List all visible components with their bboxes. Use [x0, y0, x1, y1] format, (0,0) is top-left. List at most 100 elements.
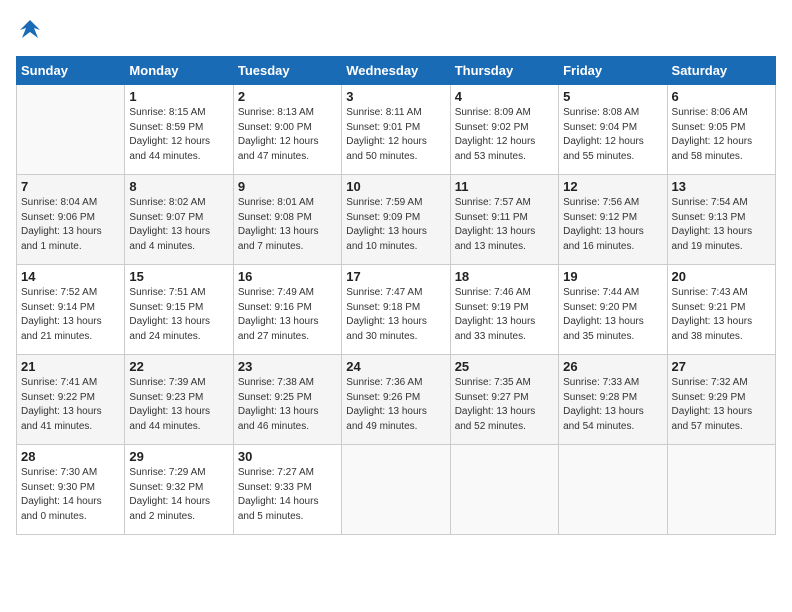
day-info: Sunrise: 7:33 AM Sunset: 9:28 PM Dayligh… — [563, 376, 662, 434]
day-number: 25 — [455, 359, 554, 374]
day-number: 5 — [563, 89, 662, 104]
calendar-cell: 4 Sunrise: 8:09 AM Sunset: 9:02 PM Daylig… — [450, 85, 558, 175]
day-info: Sunrise: 7:35 AM Sunset: 9:27 PM Dayligh… — [455, 376, 554, 434]
day-number: 2 — [238, 89, 337, 104]
day-info: Sunrise: 8:08 AM Sunset: 9:04 PM Dayligh… — [563, 106, 662, 164]
day-number: 23 — [238, 359, 337, 374]
day-number: 24 — [346, 359, 445, 374]
day-number: 21 — [21, 359, 120, 374]
calendar-week-row: 14 Sunrise: 7:52 AM Sunset: 9:14 PM Dayli… — [17, 265, 776, 355]
day-number: 1 — [129, 89, 228, 104]
calendar-cell: 16 Sunrise: 7:49 AM Sunset: 9:16 PM Dayli… — [233, 265, 341, 355]
day-header-sunday: Sunday — [17, 57, 125, 85]
calendar-cell: 21 Sunrise: 7:41 AM Sunset: 9:22 PM Dayli… — [17, 355, 125, 445]
calendar-cell: 2 Sunrise: 8:13 AM Sunset: 9:00 PM Daylig… — [233, 85, 341, 175]
day-info: Sunrise: 7:56 AM Sunset: 9:12 PM Dayligh… — [563, 196, 662, 254]
calendar-cell — [667, 445, 775, 535]
calendar-header-row: SundayMondayTuesdayWednesdayThursdayFrid… — [17, 57, 776, 85]
day-info: Sunrise: 7:57 AM Sunset: 9:11 PM Dayligh… — [455, 196, 554, 254]
day-info: Sunrise: 8:02 AM Sunset: 9:07 PM Dayligh… — [129, 196, 228, 254]
day-header-monday: Monday — [125, 57, 233, 85]
calendar-cell: 27 Sunrise: 7:32 AM Sunset: 9:29 PM Dayli… — [667, 355, 775, 445]
calendar-cell: 29 Sunrise: 7:29 AM Sunset: 9:32 PM Dayli… — [125, 445, 233, 535]
day-number: 13 — [672, 179, 771, 194]
day-info: Sunrise: 7:59 AM Sunset: 9:09 PM Dayligh… — [346, 196, 445, 254]
calendar-cell: 7Sunrise: 8:04 AM Sunset: 9:06 PM Daylig… — [17, 175, 125, 265]
day-number: 16 — [238, 269, 337, 284]
day-info: Sunrise: 7:29 AM Sunset: 9:32 PM Dayligh… — [129, 466, 228, 524]
day-header-thursday: Thursday — [450, 57, 558, 85]
day-info: Sunrise: 7:44 AM Sunset: 9:20 PM Dayligh… — [563, 286, 662, 344]
day-info: Sunrise: 8:04 AM Sunset: 9:06 PM Dayligh… — [21, 196, 120, 254]
day-number: 22 — [129, 359, 228, 374]
day-info: Sunrise: 8:13 AM Sunset: 9:00 PM Dayligh… — [238, 106, 337, 164]
day-number: 15 — [129, 269, 228, 284]
day-info: Sunrise: 7:51 AM Sunset: 9:15 PM Dayligh… — [129, 286, 228, 344]
page-header — [16, 16, 776, 44]
day-info: Sunrise: 7:52 AM Sunset: 9:14 PM Dayligh… — [21, 286, 120, 344]
day-info: Sunrise: 7:46 AM Sunset: 9:19 PM Dayligh… — [455, 286, 554, 344]
calendar-cell: 10 Sunrise: 7:59 AM Sunset: 9:09 PM Dayli… — [342, 175, 450, 265]
calendar-cell: 13Sunrise: 7:54 AM Sunset: 9:13 PM Dayli… — [667, 175, 775, 265]
day-info: Sunrise: 7:38 AM Sunset: 9:25 PM Dayligh… — [238, 376, 337, 434]
day-info: Sunrise: 7:49 AM Sunset: 9:16 PM Dayligh… — [238, 286, 337, 344]
calendar-table: SundayMondayTuesdayWednesdayThursdayFrid… — [16, 56, 776, 535]
calendar-cell — [17, 85, 125, 175]
calendar-cell: 5 Sunrise: 8:08 AM Sunset: 9:04 PM Daylig… — [559, 85, 667, 175]
logo-icon — [16, 16, 44, 44]
day-info: Sunrise: 7:41 AM Sunset: 9:22 PM Dayligh… — [21, 376, 120, 434]
day-number: 27 — [672, 359, 771, 374]
day-info: Sunrise: 8:06 AM Sunset: 9:05 PM Dayligh… — [672, 106, 771, 164]
calendar-week-row: 1 Sunrise: 8:15 AM Sunset: 8:59 PM Daylig… — [17, 85, 776, 175]
day-number: 6 — [672, 89, 771, 104]
calendar-cell — [342, 445, 450, 535]
day-info: Sunrise: 7:47 AM Sunset: 9:18 PM Dayligh… — [346, 286, 445, 344]
calendar-cell: 28 Sunrise: 7:30 AM Sunset: 9:30 PM Dayli… — [17, 445, 125, 535]
day-number: 30 — [238, 449, 337, 464]
calendar-cell: 19Sunrise: 7:44 AM Sunset: 9:20 PM Dayli… — [559, 265, 667, 355]
day-header-tuesday: Tuesday — [233, 57, 341, 85]
day-header-saturday: Saturday — [667, 57, 775, 85]
calendar-cell: 11 Sunrise: 7:57 AM Sunset: 9:11 PM Dayli… — [450, 175, 558, 265]
calendar-cell: 1 Sunrise: 8:15 AM Sunset: 8:59 PM Daylig… — [125, 85, 233, 175]
day-number: 11 — [455, 179, 554, 194]
day-number: 4 — [455, 89, 554, 104]
calendar-cell: 9Sunrise: 8:01 AM Sunset: 9:08 PM Daylig… — [233, 175, 341, 265]
calendar-cell: 6 Sunrise: 8:06 AM Sunset: 9:05 PM Daylig… — [667, 85, 775, 175]
calendar-cell: 20 Sunrise: 7:43 AM Sunset: 9:21 PM Dayli… — [667, 265, 775, 355]
day-info: Sunrise: 8:09 AM Sunset: 9:02 PM Dayligh… — [455, 106, 554, 164]
calendar-cell: 18Sunrise: 7:46 AM Sunset: 9:19 PM Dayli… — [450, 265, 558, 355]
calendar-cell — [450, 445, 558, 535]
calendar-cell: 8 Sunrise: 8:02 AM Sunset: 9:07 PM Daylig… — [125, 175, 233, 265]
calendar-cell: 26 Sunrise: 7:33 AM Sunset: 9:28 PM Dayli… — [559, 355, 667, 445]
calendar-cell: 15 Sunrise: 7:51 AM Sunset: 9:15 PM Dayli… — [125, 265, 233, 355]
calendar-week-row: 28 Sunrise: 7:30 AM Sunset: 9:30 PM Dayli… — [17, 445, 776, 535]
day-info: Sunrise: 7:43 AM Sunset: 9:21 PM Dayligh… — [672, 286, 771, 344]
calendar-cell: 24 Sunrise: 7:36 AM Sunset: 9:26 PM Dayli… — [342, 355, 450, 445]
calendar-cell: 22 Sunrise: 7:39 AM Sunset: 9:23 PM Dayli… — [125, 355, 233, 445]
calendar-cell: 30Sunrise: 7:27 AM Sunset: 9:33 PM Dayli… — [233, 445, 341, 535]
calendar-cell: 14 Sunrise: 7:52 AM Sunset: 9:14 PM Dayli… — [17, 265, 125, 355]
day-info: Sunrise: 7:39 AM Sunset: 9:23 PM Dayligh… — [129, 376, 228, 434]
day-info: Sunrise: 8:11 AM Sunset: 9:01 PM Dayligh… — [346, 106, 445, 164]
calendar-cell: 25 Sunrise: 7:35 AM Sunset: 9:27 PM Dayli… — [450, 355, 558, 445]
calendar-cell: 23 Sunrise: 7:38 AM Sunset: 9:25 PM Dayli… — [233, 355, 341, 445]
logo — [16, 16, 48, 44]
day-info: Sunrise: 7:36 AM Sunset: 9:26 PM Dayligh… — [346, 376, 445, 434]
day-info: Sunrise: 7:32 AM Sunset: 9:29 PM Dayligh… — [672, 376, 771, 434]
calendar-week-row: 7Sunrise: 8:04 AM Sunset: 9:06 PM Daylig… — [17, 175, 776, 265]
day-info: Sunrise: 8:15 AM Sunset: 8:59 PM Dayligh… — [129, 106, 228, 164]
day-number: 17 — [346, 269, 445, 284]
day-number: 20 — [672, 269, 771, 284]
day-number: 28 — [21, 449, 120, 464]
calendar-cell — [559, 445, 667, 535]
day-number: 12 — [563, 179, 662, 194]
day-info: Sunrise: 7:30 AM Sunset: 9:30 PM Dayligh… — [21, 466, 120, 524]
day-number: 29 — [129, 449, 228, 464]
day-number: 9 — [238, 179, 337, 194]
day-number: 26 — [563, 359, 662, 374]
day-number: 14 — [21, 269, 120, 284]
day-number: 10 — [346, 179, 445, 194]
day-header-friday: Friday — [559, 57, 667, 85]
day-number: 8 — [129, 179, 228, 194]
